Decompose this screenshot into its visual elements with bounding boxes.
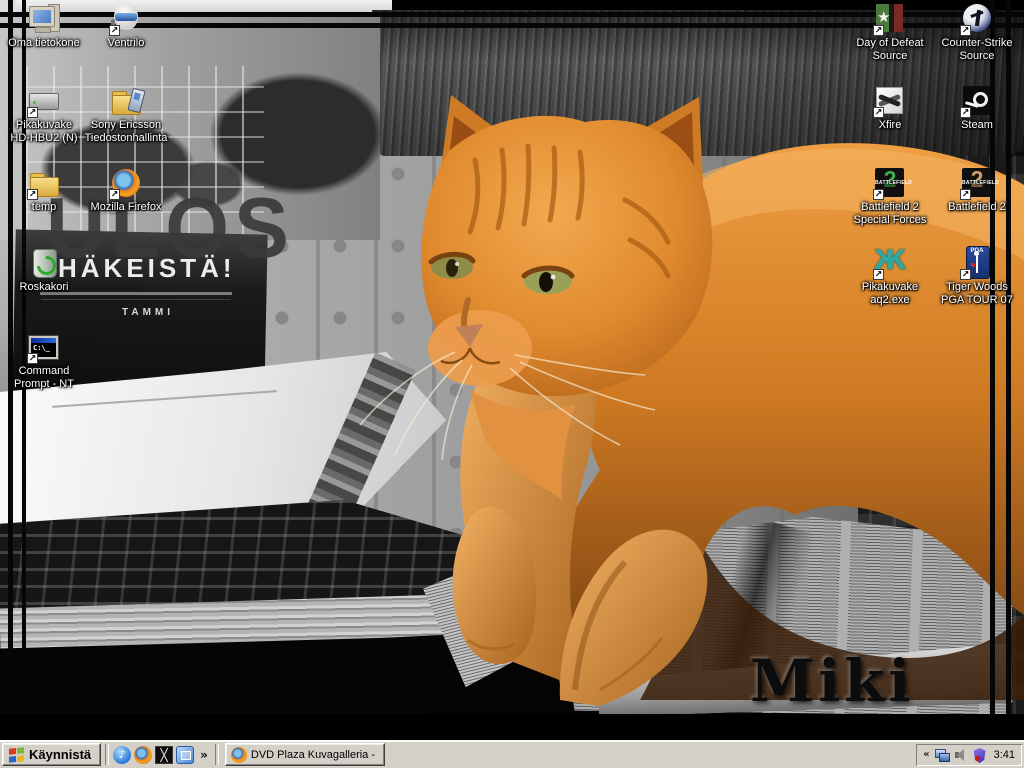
desktop-icon-recycle-bin[interactable]: Roskakori bbox=[2, 246, 86, 294]
shortcut-arrow-icon bbox=[109, 25, 120, 36]
wallpaper-signature: Miki bbox=[750, 652, 914, 710]
clock: 3:41 bbox=[994, 749, 1015, 761]
network-tray-icon[interactable] bbox=[934, 747, 950, 763]
desktop-icon-steam[interactable]: Steam bbox=[935, 84, 1019, 132]
windows-logo-icon bbox=[9, 747, 24, 763]
desktop-icon-day-of-defeat-source[interactable]: Day of DefeatSource bbox=[848, 2, 932, 63]
ventrilo-headset-icon bbox=[109, 2, 143, 36]
screen: ULOS HÄKEISTÄ! TAMMI bbox=[0, 0, 1024, 768]
task-button-dvd-plaza[interactable]: DVD Plaza Kuvagalleria - ... bbox=[225, 743, 385, 766]
desktop-icon-ventrilo[interactable]: Ventrilo bbox=[84, 2, 168, 50]
desktop-icon-my-computer[interactable]: Oma tietokone bbox=[2, 2, 86, 50]
shortcut-arrow-icon bbox=[873, 189, 884, 200]
desktop-icon-tiger-woods[interactable]: PGA Tiger WoodsPGA TOUR 07 bbox=[935, 246, 1019, 307]
tray-collapse-chevron[interactable]: « bbox=[923, 744, 929, 766]
taskbar-separator bbox=[105, 744, 109, 765]
shortcut-arrow-icon bbox=[27, 353, 38, 364]
firefox-icon bbox=[109, 166, 143, 200]
taskbar-separator bbox=[215, 744, 219, 765]
desktop-icon-command-prompt[interactable]: C:\_ CommandPrompt - NT bbox=[2, 330, 86, 391]
command-prompt-icon: C:\_ bbox=[27, 330, 61, 364]
shortcut-arrow-icon bbox=[109, 189, 120, 200]
black-cross-quicklaunch-icon[interactable] bbox=[155, 746, 173, 764]
task-button-label: DVD Plaza Kuvagalleria - ... bbox=[251, 749, 379, 761]
desktop-icon-battlefield2-special-forces[interactable]: 2BATTLEFIELD Battlefield 2Special Forces bbox=[848, 166, 932, 227]
shortcut-arrow-icon bbox=[873, 25, 884, 36]
desktop-icon-battlefield2[interactable]: 2BATTLEFIELD Battlefield 2 bbox=[935, 166, 1019, 214]
firefox-task-icon bbox=[231, 747, 247, 763]
firefox-quicklaunch-icon[interactable] bbox=[134, 746, 152, 764]
shortcut-arrow-icon bbox=[873, 107, 884, 118]
shortcut-arrow-icon bbox=[27, 107, 38, 118]
itunes-quicklaunch-icon[interactable] bbox=[113, 746, 131, 764]
folder-icon bbox=[27, 166, 61, 200]
day-of-defeat-icon bbox=[873, 2, 907, 36]
frame-bottom-band bbox=[0, 714, 1024, 740]
desktop-icon-xfire[interactable]: Xfire bbox=[848, 84, 932, 132]
quicklaunch-overflow-chevron[interactable]: » bbox=[197, 746, 211, 764]
desktop-icon-temp[interactable]: temp bbox=[2, 166, 86, 214]
aq2-creature-icon bbox=[873, 246, 907, 280]
desktop-icon-aq2[interactable]: Pikakuvakeaq2.exe bbox=[848, 246, 932, 307]
shortcut-arrow-icon bbox=[27, 189, 38, 200]
shield-tray-icon[interactable] bbox=[974, 748, 986, 763]
quick-launch-bar: » bbox=[113, 746, 211, 764]
desktop[interactable]: ULOS HÄKEISTÄ! TAMMI bbox=[0, 0, 1024, 740]
counter-strike-icon bbox=[960, 2, 994, 36]
blue-window-quicklaunch-icon[interactable] bbox=[176, 746, 194, 764]
shortcut-arrow-icon bbox=[960, 189, 971, 200]
shortcut-arrow-icon bbox=[873, 269, 884, 280]
folder-phone-icon bbox=[109, 84, 143, 118]
battlefield2-sf-icon: 2BATTLEFIELD bbox=[873, 166, 907, 200]
pga-tour-icon: PGA bbox=[960, 246, 994, 280]
desktop-icon-firefox[interactable]: Mozilla Firefox bbox=[84, 166, 168, 214]
recycle-bin-icon bbox=[27, 246, 61, 280]
desktop-icon-sony-ericsson[interactable]: Sony EricssonTiedostonhallinta bbox=[74, 84, 178, 145]
external-drive-icon bbox=[27, 84, 61, 118]
taskbar: Käynnistä » DVD Plaza Kuvagalleria - ...… bbox=[0, 740, 1024, 768]
my-computer-icon bbox=[27, 2, 61, 36]
system-tray: « 3:41 bbox=[916, 744, 1022, 766]
steam-icon bbox=[960, 84, 994, 118]
xfire-icon bbox=[873, 84, 907, 118]
start-button[interactable]: Käynnistä bbox=[2, 743, 101, 766]
shortcut-arrow-icon bbox=[960, 107, 971, 118]
volume-tray-icon[interactable] bbox=[954, 747, 970, 763]
shortcut-arrow-icon bbox=[960, 25, 971, 36]
battlefield2-icon: 2BATTLEFIELD bbox=[960, 166, 994, 200]
start-label: Käynnistä bbox=[29, 747, 91, 762]
desktop-icon-counter-strike-source[interactable]: Counter-StrikeSource bbox=[935, 2, 1019, 63]
shortcut-arrow-icon bbox=[960, 269, 971, 280]
